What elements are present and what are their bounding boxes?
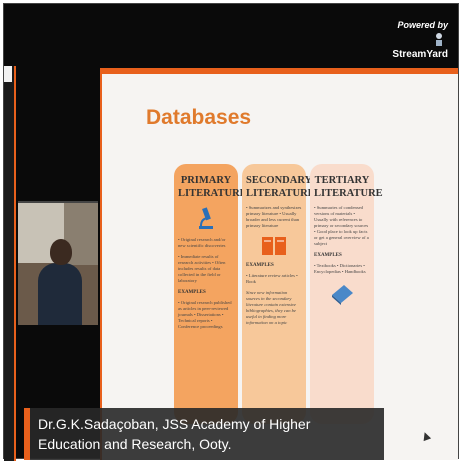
- webcam-feed: [18, 201, 98, 325]
- column-bullets: • Original research and/or new scientifi…: [178, 237, 226, 248]
- closed-book-icon: [332, 285, 353, 305]
- secondary-literature-column: SECONDARY LITERATURE • Summarizes and sy…: [242, 164, 315, 424]
- primary-literature-column: PRIMARY LITERATURE • Original research a…: [174, 164, 247, 424]
- brand-name: StreamYard: [392, 49, 448, 60]
- column-details: • Immediate results of research activiti…: [178, 254, 226, 283]
- tertiary-literature-column: TERTIARY LITERATURE • Summaries of conde…: [310, 164, 383, 424]
- speaker-head: [50, 239, 72, 265]
- column-examples: • Original research published as article…: [178, 300, 232, 329]
- streamyard-branding: Powered by StreamYard: [388, 20, 448, 60]
- column-title: TERTIARY LITERATURE: [314, 175, 383, 199]
- column-examples: • Literature review articles • Book: [246, 273, 298, 284]
- examples-label: EXAMPLES: [246, 263, 274, 268]
- powered-by-label: Powered by: [397, 20, 448, 30]
- column-bullets: • Summarizes and synthesizes primary lit…: [246, 205, 302, 228]
- left-badge: [4, 66, 12, 82]
- presentation-slide: Databases PRIMARY LITERATURE • Original …: [100, 68, 458, 460]
- examples-label: EXAMPLES: [178, 290, 206, 295]
- examples-label: EXAMPLES: [314, 253, 342, 258]
- left-panel-edge: [4, 66, 16, 461]
- speaker-caption: Dr.G.K.Sadaçoban, JSS Academy of Higher …: [24, 408, 384, 460]
- streamyard-logo-icon: [388, 32, 448, 49]
- stream-frame: Powered by StreamYard Databases PRIMARY …: [3, 3, 459, 461]
- microscope-icon: [199, 207, 213, 229]
- column-details: Since new information sources in the sec…: [246, 290, 297, 325]
- column-examples: • Textbooks • Dictionaries • Encyclopedi…: [314, 263, 366, 274]
- book-icon: [262, 237, 286, 255]
- slide-title: Databases: [146, 106, 252, 129]
- speaker-body: [38, 263, 82, 325]
- column-bullets: • Summaries of condensed versions of mat…: [314, 205, 369, 246]
- column-title: PRIMARY LITERATURE: [178, 175, 247, 199]
- column-title: SECONDARY LITERATURE: [246, 175, 315, 199]
